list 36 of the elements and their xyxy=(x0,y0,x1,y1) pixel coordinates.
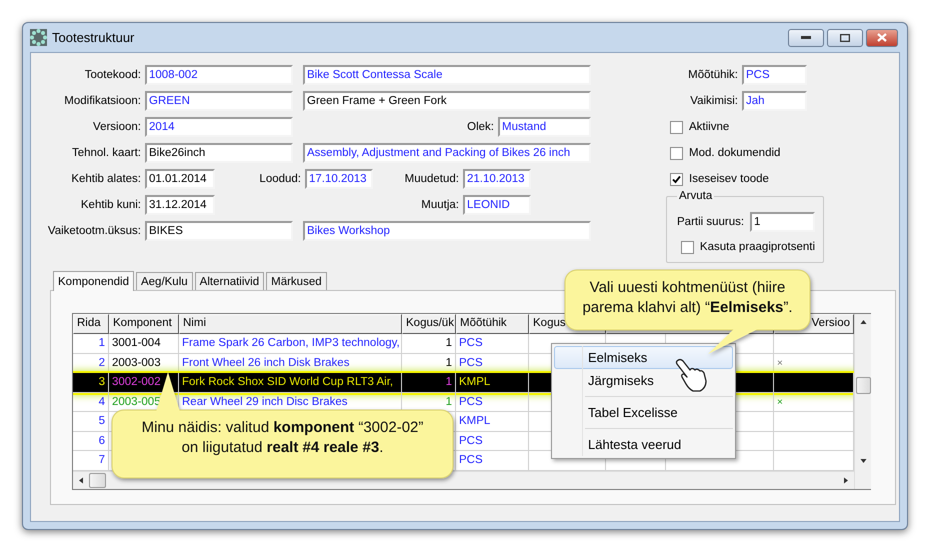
field-label: Kehtib kuni: xyxy=(80,199,142,211)
table-cell: 6 xyxy=(73,432,109,451)
field-label: Loodud: xyxy=(258,173,302,185)
field-label: Vaiketootm.üksus: xyxy=(46,225,142,237)
checkbox-label: Aktiivne xyxy=(689,121,730,133)
table-cell: Frame Spark 26 Carbon, IMP3 technology, xyxy=(179,334,402,354)
window-title: Tootestruktuur xyxy=(52,30,134,45)
table-cell: PCS xyxy=(456,392,529,412)
field-label: Partii suurus: xyxy=(677,216,746,228)
table-cell: PCS xyxy=(456,334,529,354)
table-cell: 1 xyxy=(402,373,456,392)
table-cell: 5 xyxy=(73,412,109,432)
field-label: Muudetud: xyxy=(404,173,460,185)
field-label: Olek: xyxy=(466,121,495,133)
table-cell: KMPL xyxy=(456,373,529,392)
callout-text: Minu näidis: valitud komponent “3002-02” on liigutatud realt #4 reale #3. xyxy=(140,418,424,458)
field-label: Vaikimisi: xyxy=(689,95,739,107)
group-title: Arvuta xyxy=(677,190,714,202)
table-cell: 3001-004 xyxy=(109,334,179,354)
field-label: Muutja: xyxy=(420,199,460,211)
table-cell: 1 xyxy=(73,334,109,354)
checkbox-label: Iseseisev toode xyxy=(689,173,769,185)
table-cell: Fork Rock Shox SID World Cup RLT3 Air, xyxy=(179,373,402,392)
field-label: Mõõtühik: xyxy=(687,69,739,81)
table-cell: 4 xyxy=(73,392,109,412)
field-label: Kehtib alates: xyxy=(70,173,142,185)
field-label: Tehnol. kaart: xyxy=(70,147,142,159)
table-cell: 1 xyxy=(402,334,456,354)
table-cell: PCS xyxy=(456,432,529,451)
field-label: Versioon: xyxy=(92,121,142,133)
checkbox-label: Kasuta praagiprotsenti xyxy=(700,241,815,253)
table-cell: 3 xyxy=(73,373,109,392)
field-label: Modifikatsioon: xyxy=(63,95,142,107)
checkbox-label: Mod. dokumendid xyxy=(689,147,780,159)
table-cell: KMPL xyxy=(456,412,529,432)
field-label: Tootekood: xyxy=(84,69,142,81)
